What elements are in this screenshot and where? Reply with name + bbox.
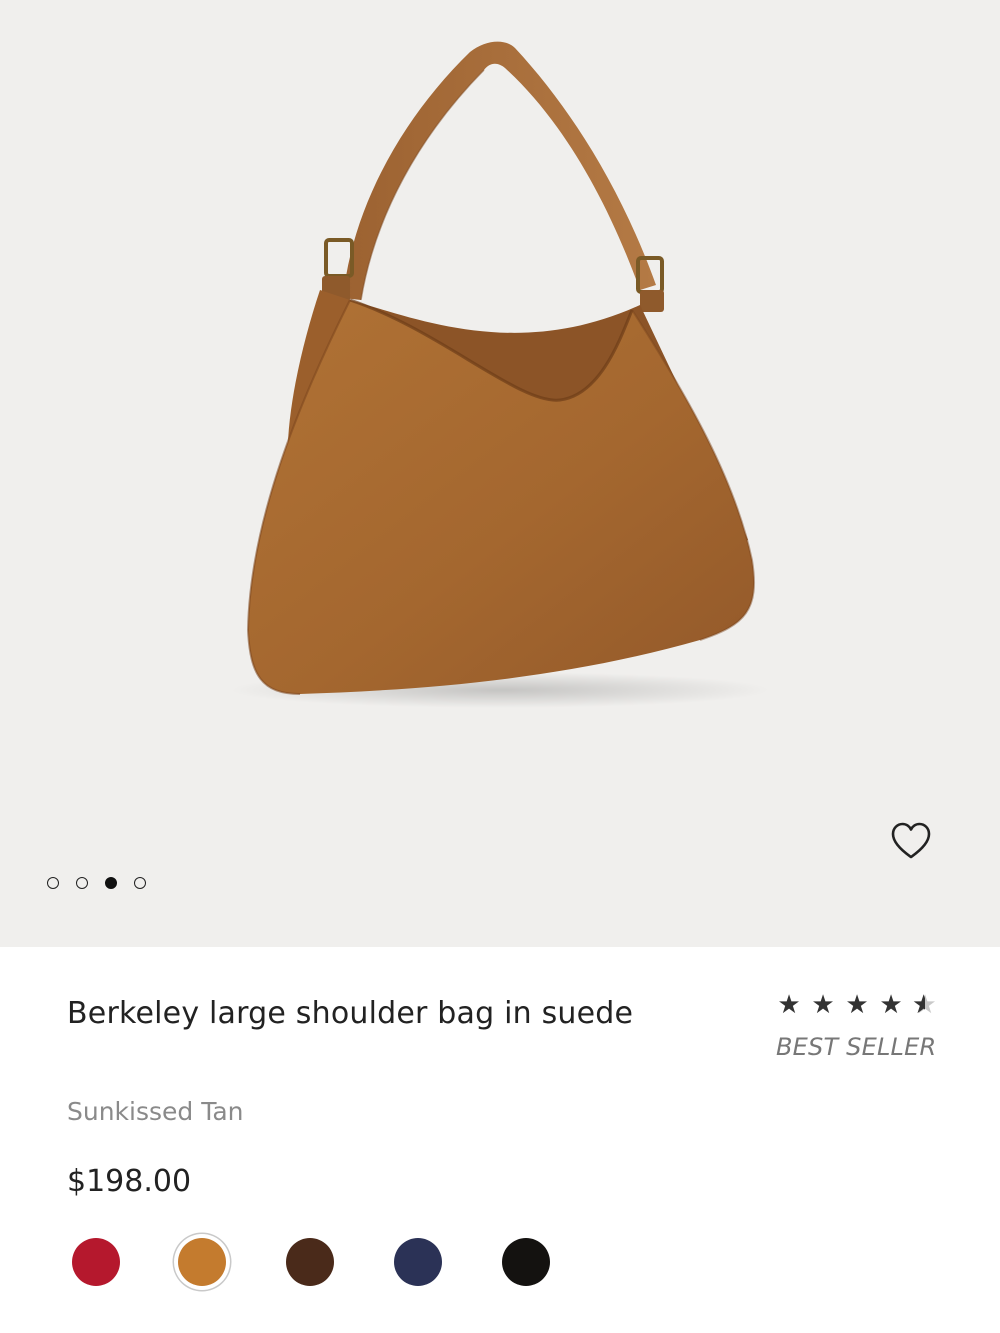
wishlist-button[interactable] [888,818,934,864]
swatch-black[interactable] [502,1238,550,1286]
color-swatches [72,1236,632,1288]
star-icon: ★ [845,990,869,1020]
product-price: $198.00 [67,1164,192,1199]
swatch-red[interactable] [72,1238,120,1286]
selected-color-name: Sunkissed Tan [67,1097,244,1126]
star-icon: ★ [811,990,835,1020]
carousel-dot-1[interactable] [47,877,59,889]
half-star-icon: ★ ★ [912,990,937,1020]
carousel-dot-4[interactable] [134,877,146,889]
product-image-carousel[interactable] [0,0,1000,947]
best-seller-badge: BEST SELLER [776,1033,937,1061]
heart-outline-icon [891,822,931,859]
swatch-navy[interactable] [394,1238,442,1286]
product-rating[interactable]: ★ ★ ★ ★ ★ ★ [776,988,938,1022]
carousel-pagination [47,877,146,889]
product-image [230,41,770,708]
carousel-dot-3-active[interactable] [105,877,117,889]
swatch-brown[interactable] [286,1238,334,1286]
star-icon: ★ [879,990,903,1020]
product-page: Berkeley large shoulder bag in suede ★ ★… [0,0,1000,1333]
carousel-dot-2[interactable] [76,877,88,889]
swatch-tan[interactable] [178,1238,226,1286]
product-title: Berkeley large shoulder bag in suede [67,996,634,1031]
star-icon: ★ [777,990,801,1020]
